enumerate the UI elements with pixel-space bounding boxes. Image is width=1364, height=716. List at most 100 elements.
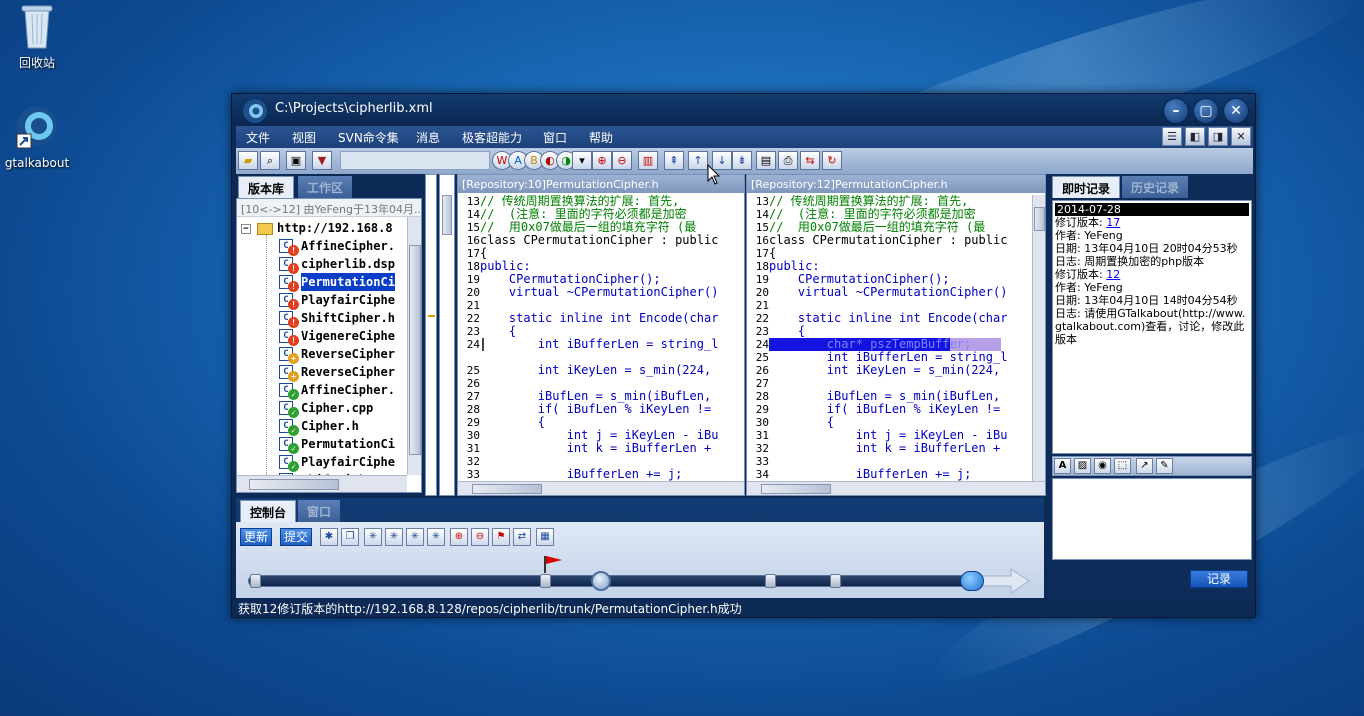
menu-geek[interactable]: 极客超能力: [462, 129, 522, 146]
dock-right-icon[interactable]: ◨: [1208, 127, 1228, 146]
diff-overview-left[interactable]: [425, 174, 437, 496]
timeline-tick[interactable]: [540, 574, 551, 588]
line-number: 21: [755, 299, 769, 312]
refresh-icon[interactable]: ↻: [822, 151, 842, 170]
revision-timeline-track[interactable]: [248, 575, 983, 587]
desktop-icon-recycle-bin[interactable]: 回收站: [0, 2, 74, 71]
log-input[interactable]: [1052, 478, 1252, 560]
tab-workspace[interactable]: 工作区: [298, 176, 353, 198]
split-view-icon[interactable]: ▥: [638, 151, 658, 170]
print-icon[interactable]: ⎙: [778, 151, 798, 170]
tree-horizontal-scrollbar[interactable]: [237, 475, 407, 492]
code-text: if( iBufLen % iKeyLen !=: [480, 402, 712, 416]
title-bar[interactable]: C:\Projects\cipherlib.xml – ▢ ✕: [232, 94, 1255, 126]
code-text: public:: [480, 259, 531, 273]
diff-pane-left[interactable]: [Repository:10]PermutationCipher.h 13// …: [457, 174, 745, 496]
prev-diff-icon[interactable]: ↑: [688, 151, 708, 170]
zoom-in-red-icon[interactable]: ⊕: [450, 528, 468, 546]
minimize-button[interactable]: –: [1163, 98, 1189, 124]
last-diff-icon[interactable]: ⇟: [732, 151, 752, 170]
node-icon-4[interactable]: ✳: [427, 528, 445, 546]
node-icon-3[interactable]: ✳: [406, 528, 424, 546]
asterisk-icon[interactable]: ✱: [320, 528, 338, 546]
tree-collapse-icon[interactable]: −: [241, 223, 251, 234]
timeline-tick[interactable]: [250, 574, 261, 588]
tree-file-label: Cipher.h: [301, 419, 359, 433]
compare-icon[interactable]: ⇆: [800, 151, 820, 170]
menu-svn[interactable]: SVN命令集: [338, 129, 399, 146]
record-button[interactable]: 记录: [1190, 570, 1248, 588]
log-edit-toolbar: A ▨ ◉ ⬚ ↗ ✎: [1052, 456, 1252, 476]
menu-window[interactable]: 窗口: [543, 129, 567, 146]
revision-link[interactable]: 17: [1106, 216, 1120, 229]
overview-thumb[interactable]: [442, 195, 452, 235]
flag-icon[interactable]: ⚑: [492, 528, 510, 546]
tab-history-log[interactable]: 历史记录: [1122, 176, 1189, 198]
desktop-icon-gtalkabout[interactable]: gtalkabout: [0, 104, 74, 170]
code-line: 21: [747, 299, 769, 312]
screenshot-icon[interactable]: ⬚: [1114, 458, 1131, 474]
menu-view[interactable]: 视图: [292, 129, 316, 146]
dropdown-arrow-icon[interactable]: ▾: [572, 151, 592, 170]
layout-list-icon[interactable]: ☰: [1162, 127, 1182, 146]
right-vscroll-thumb[interactable]: [1034, 207, 1045, 231]
zoom-out-red-icon[interactable]: ⊖: [471, 528, 489, 546]
line-number: 31: [755, 429, 769, 442]
right-hscroll-thumb[interactable]: [761, 484, 831, 494]
film-icon[interactable]: ▤: [756, 151, 776, 170]
menu-message[interactable]: 消息: [416, 129, 440, 146]
timeline-tick[interactable]: [830, 574, 841, 588]
panel-close-icon[interactable]: ✕: [1231, 127, 1251, 146]
tab-instant-log[interactable]: 即时记录: [1052, 176, 1121, 198]
search-icon[interactable]: ⌕: [260, 151, 280, 170]
left-horizontal-scrollbar[interactable]: [458, 481, 744, 495]
code-text: iBufLen = s_min(iBufLen,: [769, 389, 1001, 403]
right-vertical-scrollbar[interactable]: [1032, 195, 1045, 481]
tree-hscroll-thumb[interactable]: [249, 479, 339, 490]
node-icon-2[interactable]: ✳: [385, 528, 403, 546]
tree-connector: [266, 235, 267, 475]
line-number: 30: [466, 429, 480, 442]
pen-icon[interactable]: ✎: [1156, 458, 1173, 474]
revision-link[interactable]: 12: [1106, 268, 1120, 281]
timeline-end-knob[interactable]: [960, 571, 984, 591]
first-diff-icon[interactable]: ⇞: [664, 151, 684, 170]
tab-window[interactable]: 窗口: [298, 500, 341, 522]
diff-pane-right[interactable]: [Repository:12]PermutationCipher.h 13// …: [746, 174, 1046, 496]
node-icon-1[interactable]: ✳: [364, 528, 382, 546]
commit-button[interactable]: 提交: [280, 528, 313, 546]
font-icon[interactable]: A: [1054, 458, 1071, 474]
line-number: 28: [755, 390, 769, 403]
tree-vertical-scrollbar[interactable]: [407, 217, 421, 475]
image-icon[interactable]: ▨: [1074, 458, 1091, 474]
zoom-in-icon[interactable]: ⊕: [592, 151, 612, 170]
tab-repository[interactable]: 版本库: [238, 176, 295, 198]
camera-icon[interactable]: ◉: [1094, 458, 1111, 474]
filter-icon[interactable]: ▼: [312, 151, 332, 170]
tree-scroll-thumb[interactable]: [409, 245, 421, 455]
maximize-button[interactable]: ▢: [1193, 98, 1219, 124]
copy-icon[interactable]: ❐: [341, 528, 359, 546]
menu-help[interactable]: 帮助: [589, 129, 613, 146]
dock-left-icon[interactable]: ◧: [1185, 127, 1205, 146]
right-horizontal-scrollbar[interactable]: [747, 481, 1045, 495]
line-number: 23: [466, 325, 480, 338]
added-badge-icon: +: [288, 371, 299, 382]
log-author: 作者: YeFeng: [1055, 281, 1123, 294]
tab-console[interactable]: 控制台: [240, 500, 297, 522]
open-folder-icon[interactable]: ▰: [238, 151, 258, 170]
tree-root[interactable]: − http://192.168.8: [241, 219, 393, 237]
monitor-icon[interactable]: ▣: [286, 151, 306, 170]
mouse-cursor-icon: [707, 164, 721, 185]
timeline-tick[interactable]: [765, 574, 776, 588]
pin-icon[interactable]: ↗: [1136, 458, 1153, 474]
timeline-slider-knob[interactable]: [590, 571, 611, 591]
diff-overview-right[interactable]: [439, 174, 455, 496]
zoom-out-icon[interactable]: ⊖: [612, 151, 632, 170]
calendar-icon[interactable]: ▦: [536, 528, 554, 546]
sync-icon[interactable]: ⇄: [513, 528, 531, 546]
left-hscroll-thumb[interactable]: [472, 484, 542, 494]
menu-file[interactable]: 文件: [246, 129, 270, 146]
close-button[interactable]: ✕: [1223, 98, 1249, 124]
update-button[interactable]: 更新: [240, 528, 273, 546]
